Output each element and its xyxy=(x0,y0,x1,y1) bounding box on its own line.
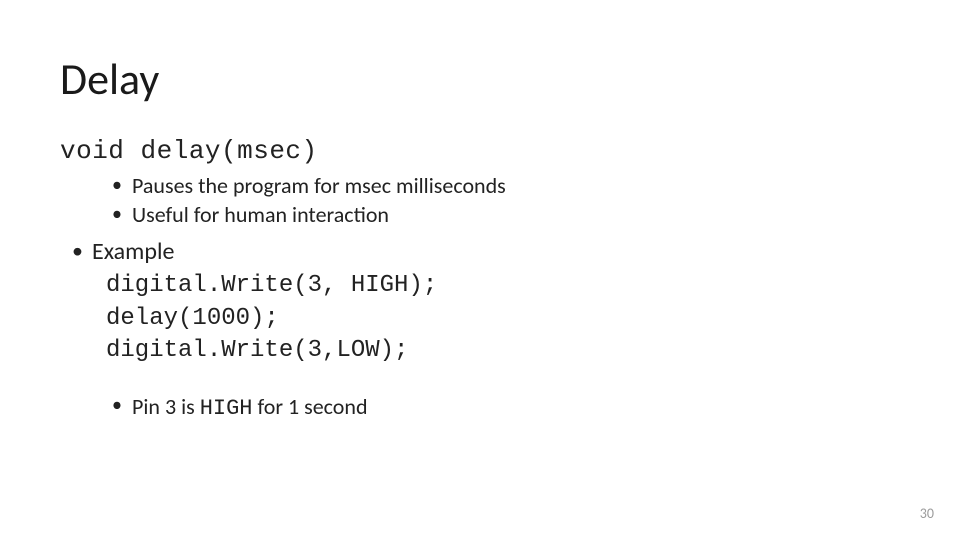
code-line: delay(1000); xyxy=(106,305,279,332)
code-line: digital.Write(3,LOW); xyxy=(106,337,408,364)
slide-container: Delay void delay(msec) Pauses the progra… xyxy=(0,0,960,540)
code-block: digital.Write(3, HIGH); delay(1000); dig… xyxy=(106,270,900,367)
code-line: digital.Write(3, HIGH); xyxy=(106,272,437,299)
pin-note-prefix: Pin 3 is xyxy=(132,393,200,420)
example-heading: Example xyxy=(60,237,900,266)
pin-note: Pin 3 is HIGH for 1 second xyxy=(60,393,900,421)
function-signature: void delay(msec) xyxy=(60,136,900,166)
signature-bullets: Pauses the program for msec milliseconds… xyxy=(60,172,900,229)
slide-title: Delay xyxy=(60,52,900,106)
list-item: Pauses the program for msec milliseconds xyxy=(60,172,900,201)
pin-note-code: HIGH xyxy=(200,396,253,421)
pin-note-suffix: for 1 second xyxy=(253,393,368,420)
page-number: 30 xyxy=(920,505,934,522)
list-item: Useful for human interaction xyxy=(60,201,900,230)
